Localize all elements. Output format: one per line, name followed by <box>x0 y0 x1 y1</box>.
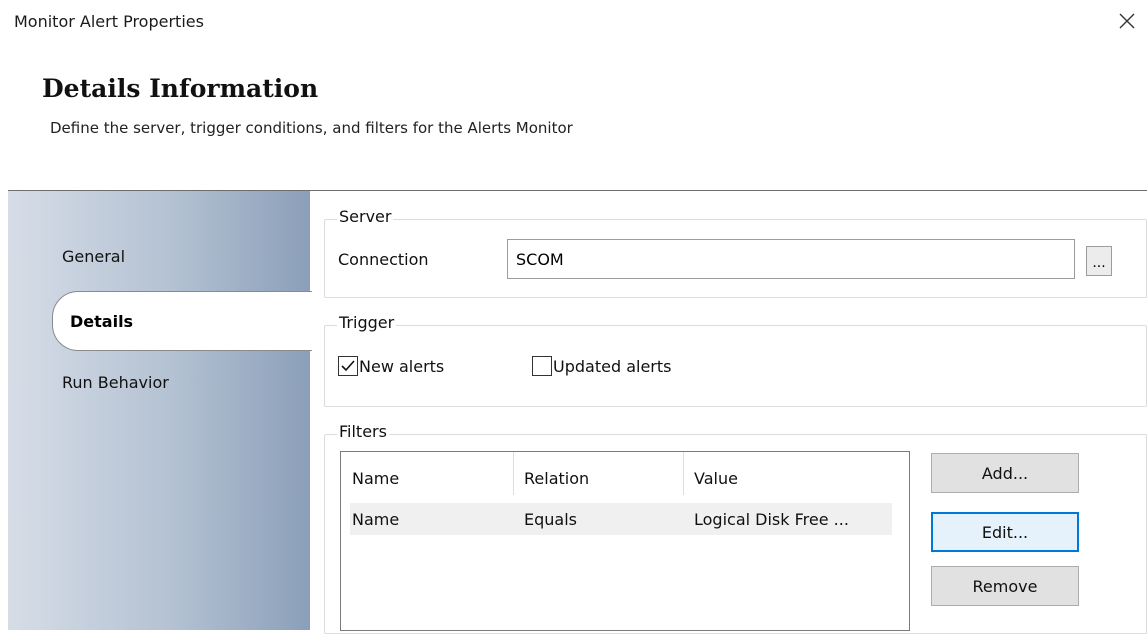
nav-panel <box>8 191 310 630</box>
trigger-group <box>324 325 1147 407</box>
server-group-label: Server <box>337 207 394 226</box>
window-title: Monitor Alert Properties <box>14 12 204 31</box>
filters-list[interactable]: Name Relation Value Name Equals Logical … <box>340 451 910 631</box>
edit-filter-button[interactable]: Edit... <box>931 512 1079 552</box>
new-alerts-checkbox[interactable]: New alerts <box>338 356 444 376</box>
trigger-group-label: Trigger <box>337 313 397 332</box>
column-header-name[interactable]: Name <box>350 469 514 488</box>
filter-row-value: Logical Disk Free ... <box>694 509 849 529</box>
nav-item-run-behavior[interactable]: Run Behavior <box>62 373 169 392</box>
checkmark-icon <box>341 360 355 372</box>
connection-label: Connection <box>338 250 429 269</box>
close-button[interactable] <box>1112 6 1142 36</box>
updated-alerts-checkbox-box[interactable] <box>532 356 552 376</box>
connection-input[interactable] <box>507 239 1075 279</box>
new-alerts-label: New alerts <box>359 356 445 376</box>
page-subtitle: Define the server, trigger conditions, a… <box>50 119 573 137</box>
page-title: Details Information <box>42 74 319 103</box>
column-header-relation[interactable]: Relation <box>514 469 684 488</box>
nav-item-general[interactable]: General <box>62 247 125 266</box>
add-filter-button[interactable]: Add... <box>931 453 1079 493</box>
filters-list-header: Name Relation Value <box>350 462 892 494</box>
nav-item-details-label: Details <box>70 312 134 331</box>
new-alerts-checkbox-box[interactable] <box>338 356 358 376</box>
updated-alerts-label: Updated alerts <box>553 356 672 376</box>
close-icon[interactable] <box>1118 12 1136 30</box>
remove-filter-button[interactable]: Remove <box>931 566 1079 606</box>
filter-row-relation: Equals <box>524 509 577 529</box>
column-header-value[interactable]: Value <box>684 469 892 488</box>
updated-alerts-checkbox[interactable]: Updated alerts <box>532 356 671 376</box>
filters-group-label: Filters <box>337 422 389 441</box>
filter-row-name: Name <box>352 509 400 529</box>
nav-item-details[interactable]: Details <box>52 291 312 351</box>
filter-row[interactable]: Name Equals Logical Disk Free ... <box>350 503 892 535</box>
browse-connection-button[interactable]: ... <box>1086 246 1112 276</box>
